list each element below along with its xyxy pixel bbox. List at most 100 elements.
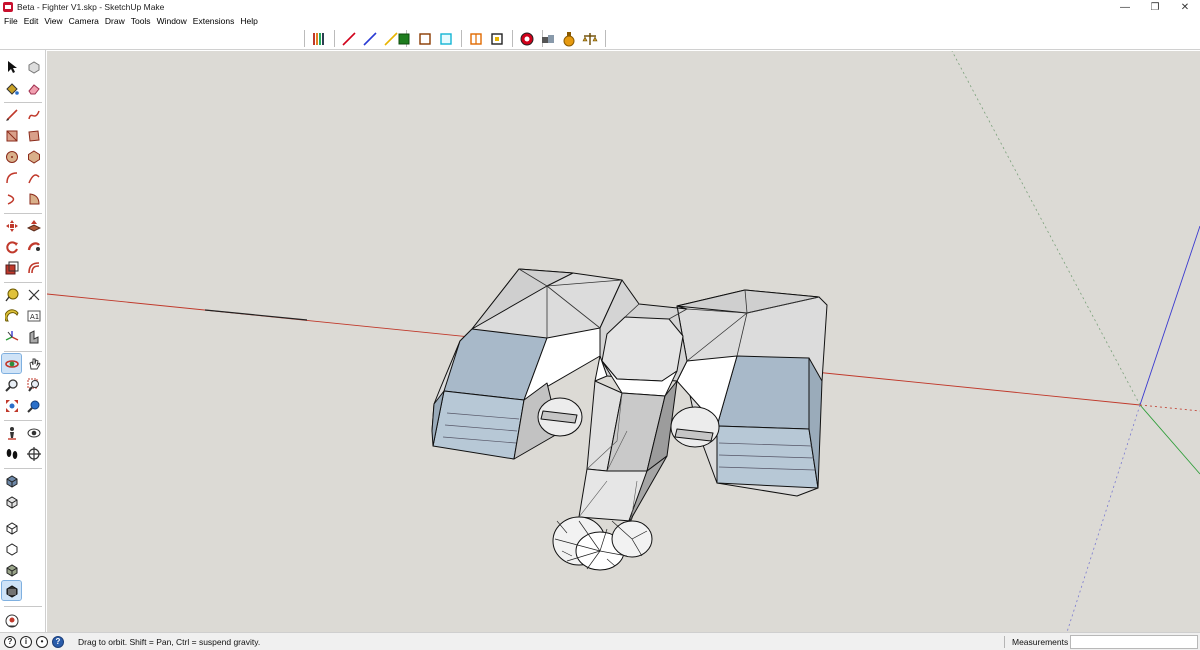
line-icon[interactable]: [2, 105, 21, 124]
status-divider: [1004, 636, 1005, 648]
measurements-label: Measurements: [1012, 637, 1069, 647]
wireframe-style-icon[interactable]: [2, 518, 21, 537]
dimension-icon[interactable]: [24, 285, 43, 304]
instructor-help-icon[interactable]: ?: [52, 635, 64, 648]
xray-style-icon[interactable]: [2, 471, 21, 490]
cyan-square-icon[interactable]: [436, 29, 455, 48]
follow-me-icon[interactable]: [24, 237, 43, 256]
extension-warehouse-icon[interactable]: [538, 29, 557, 48]
close-button[interactable]: ✕: [1170, 0, 1200, 14]
three-point-arc-icon[interactable]: [2, 189, 21, 208]
menu-camera[interactable]: Camera: [66, 16, 102, 26]
section-icon[interactable]: [24, 444, 43, 463]
geolocation-status-icon[interactable]: ?: [4, 635, 16, 648]
menu-extensions[interactable]: Extensions: [190, 16, 238, 26]
credits-status-icon[interactable]: i: [20, 635, 32, 648]
shaded-style-icon[interactable]: [2, 560, 21, 579]
text-icon[interactable]: A1: [24, 306, 43, 325]
blue-axis-line-icon[interactable]: [360, 29, 379, 48]
protractor-icon[interactable]: [2, 306, 21, 325]
solid-fill-icon[interactable]: [394, 29, 413, 48]
red-axis-solid-segment: [204, 309, 308, 321]
circle-icon[interactable]: [2, 147, 21, 166]
top-toolbar: [0, 27, 1200, 50]
freehand-icon[interactable]: [24, 105, 43, 124]
fighter-model[interactable]: [431, 268, 828, 571]
zoom-extents-icon[interactable]: [2, 396, 21, 415]
paint-bucket-icon[interactable]: [2, 79, 21, 98]
walk-icon[interactable]: [2, 444, 21, 463]
menu-file[interactable]: File: [0, 16, 21, 26]
menu-help[interactable]: Help: [237, 16, 260, 26]
window-controls: — ❐ ✕: [1110, 0, 1200, 14]
toolbar-separator: [4, 351, 42, 352]
toolbar-separator: [334, 30, 335, 47]
move-icon[interactable]: [2, 216, 21, 235]
status-bar: ? i • ? Drag to orbit. Shift = Pan, Ctrl…: [0, 632, 1200, 650]
toolbar-group-2: [394, 29, 547, 48]
potion-icon[interactable]: [559, 29, 578, 48]
left-toolbar: A1: [0, 50, 46, 632]
select-icon[interactable]: [2, 57, 21, 76]
toolbar-group-3: [538, 29, 610, 48]
shaded-textures-style-icon[interactable]: [1, 580, 22, 601]
minimize-button[interactable]: —: [1110, 0, 1140, 14]
pan-icon[interactable]: [24, 354, 43, 373]
hollow-square-icon[interactable]: [415, 29, 434, 48]
toolbar-separator: [605, 30, 606, 47]
orbit-icon[interactable]: [1, 353, 22, 374]
toolbar-separator: [512, 30, 513, 47]
push-pull-icon[interactable]: [24, 216, 43, 235]
restore-button[interactable]: ❐: [1140, 0, 1170, 14]
position-camera-icon[interactable]: [2, 423, 21, 442]
arc-icon[interactable]: [2, 168, 21, 187]
tape-measure-icon[interactable]: [2, 285, 21, 304]
measurements-input[interactable]: [1070, 635, 1198, 649]
look-around-icon[interactable]: [24, 423, 43, 442]
rotate-icon[interactable]: [2, 237, 21, 256]
sandbox-contours-icon[interactable]: [309, 29, 328, 48]
sketchup-logo-icon: [3, 2, 13, 12]
green-axis: [1139, 404, 1200, 475]
toolbar-separator: [4, 102, 42, 103]
polygon-icon[interactable]: [24, 147, 43, 166]
scale-icon[interactable]: [2, 258, 21, 277]
left-wheel: [537, 397, 583, 437]
zoom-window-icon[interactable]: [24, 375, 43, 394]
menu-view[interactable]: View: [41, 16, 65, 26]
menu-edit[interactable]: Edit: [21, 16, 42, 26]
model-canvas[interactable]: [47, 51, 1200, 632]
3d-text-icon[interactable]: [24, 327, 43, 346]
component-icon[interactable]: [24, 57, 43, 76]
green-axis-dotted: [951, 51, 1141, 406]
user-status-icon[interactable]: •: [36, 635, 48, 648]
two-point-arc-icon[interactable]: [24, 168, 43, 187]
menu-draw[interactable]: Draw: [102, 16, 128, 26]
zoom-icon[interactable]: [2, 375, 21, 394]
pie-icon[interactable]: [24, 189, 43, 208]
geolocation-icon[interactable]: [2, 611, 21, 630]
svg-text:A1: A1: [30, 313, 39, 321]
offset-icon[interactable]: [24, 258, 43, 277]
red-axis-dotted: [1139, 404, 1200, 412]
axes-icon[interactable]: [2, 327, 21, 346]
hidden-line-style-icon[interactable]: [2, 539, 21, 558]
menu-bar: File Edit View Camera Draw Tools Window …: [0, 14, 1200, 27]
menu-window[interactable]: Window: [154, 16, 190, 26]
blue-axis: [1139, 225, 1200, 406]
rotated-rectangle-icon[interactable]: [24, 126, 43, 145]
scales-icon[interactable]: [580, 29, 599, 48]
bracket-square-icon[interactable]: [487, 29, 506, 48]
toolbar-separator: [4, 282, 42, 283]
previous-view-icon[interactable]: [24, 396, 43, 415]
menu-tools[interactable]: Tools: [128, 16, 154, 26]
back-edges-style-icon[interactable]: [2, 492, 21, 511]
section-plane-icon[interactable]: [517, 29, 536, 48]
rectangle-icon[interactable]: [2, 126, 21, 145]
split-square-icon[interactable]: [466, 29, 485, 48]
eraser-icon[interactable]: [24, 79, 43, 98]
drawing-viewport[interactable]: [47, 51, 1200, 632]
blue-axis-dotted: [1066, 404, 1141, 632]
nose-wheel-cluster: [552, 516, 653, 571]
red-axis-line-icon[interactable]: [339, 29, 358, 48]
